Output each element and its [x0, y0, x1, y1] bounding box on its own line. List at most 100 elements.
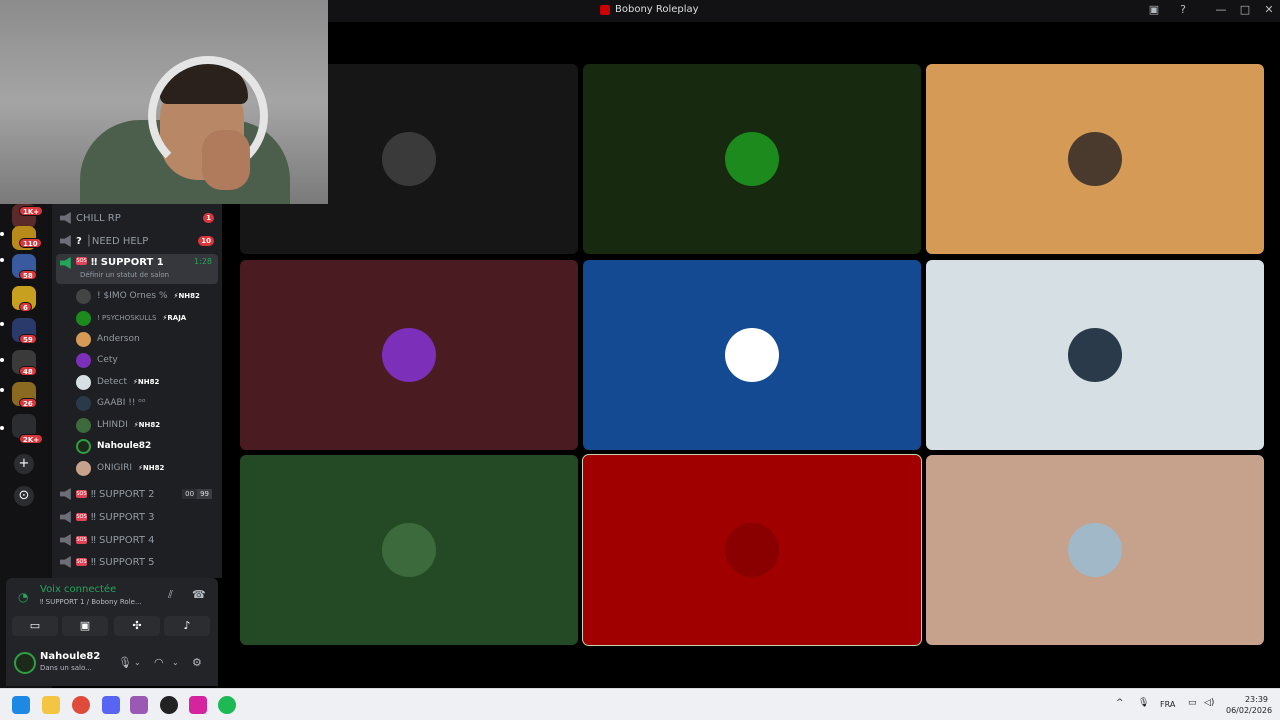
participant-tile[interactable]	[926, 260, 1264, 450]
webcam-figure	[202, 130, 250, 190]
channel-label: │NEED HELP	[85, 235, 149, 247]
volume-icon[interactable]: ◁)	[1204, 698, 1214, 708]
speaker-icon	[60, 212, 71, 224]
member-name: ! PSYCHOSKULLS	[97, 314, 157, 322]
chevron-up-icon[interactable]: ^	[1116, 698, 1124, 708]
channel-label: ‼ SUPPORT 4	[91, 534, 155, 546]
participant-tile[interactable]	[926, 64, 1264, 254]
microphone-icon[interactable]: 🎙	[118, 656, 132, 669]
noise-suppression-icon[interactable]: ⫽	[168, 588, 173, 602]
network-icon[interactable]: ▭	[1188, 698, 1197, 708]
speaker-icon	[60, 534, 71, 546]
member-name: Detect	[97, 377, 128, 387]
member-tag: ⚡NH82	[133, 378, 160, 386]
avatar	[1068, 523, 1122, 577]
voice-member[interactable]: LHINDI ⚡NH82	[76, 415, 160, 435]
channel-label: ‼ SUPPORT 3	[91, 511, 155, 523]
chrome-icon[interactable]	[72, 696, 90, 714]
participant-tile[interactable]	[926, 455, 1264, 645]
unread-dot	[0, 358, 4, 362]
discover-icon[interactable]: ⊙	[14, 486, 34, 506]
soundboard-button[interactable]: ♪	[164, 616, 210, 636]
channel-need-help[interactable]: ? │NEED HELP 10	[56, 231, 218, 251]
close-button[interactable]: ✕	[1260, 3, 1278, 16]
mention-badge: 1	[203, 213, 214, 223]
unread-dot	[0, 232, 4, 236]
sos-icon: SOS	[76, 558, 87, 566]
clock-time: 23:39	[1244, 695, 1268, 704]
chevron-down-icon[interactable]: ⌄	[172, 658, 179, 667]
microphone-icon[interactable]: 🎙	[1138, 698, 1149, 708]
settings-gear-icon[interactable]: ⚙	[192, 656, 202, 669]
capcut-icon[interactable]	[130, 696, 148, 714]
system-clock[interactable]: 23:39 06/02/2026	[1226, 694, 1272, 716]
voice-member[interactable]: ONIGIRI ⚡NH82	[76, 458, 164, 478]
help-icon[interactable]: ?	[1174, 3, 1192, 16]
member-name: GAABI !! ᵒᵒ	[97, 398, 146, 408]
sos-icon: SOS	[76, 490, 87, 498]
voice-channel[interactable]: ‼ SUPPORT 1 / Bobony Role...	[40, 598, 142, 606]
headphones-icon[interactable]: ◠	[154, 656, 164, 669]
question-icon: ?	[76, 235, 82, 247]
avatar	[76, 310, 91, 326]
voice-member[interactable]: ! $IMO Ornes % ⚡NH82	[76, 286, 200, 306]
discord-icon[interactable]	[102, 696, 120, 714]
activities-button[interactable]: ✣	[114, 616, 160, 636]
avatar	[382, 328, 436, 382]
camera-button[interactable]: ▭	[12, 616, 58, 636]
voice-member[interactable]: Anderson	[76, 329, 140, 349]
obs-icon[interactable]	[160, 696, 178, 714]
channel-chill-rp[interactable]: CHILL RP 1	[56, 208, 218, 228]
channel-support-3[interactable]: SOS ‼ SUPPORT 3	[56, 507, 218, 527]
instagram-icon[interactable]	[189, 696, 207, 714]
voice-member[interactable]: GAABI !! ᵒᵒ	[76, 393, 146, 413]
participant-tile[interactable]	[583, 64, 921, 254]
inbox-icon[interactable]: ▣	[1145, 3, 1163, 16]
avatar	[76, 374, 91, 390]
disconnect-icon[interactable]: ☎	[192, 588, 206, 601]
channel-label: ‼ SUPPORT 2	[91, 488, 155, 500]
add-server-icon[interactable]: +	[14, 454, 34, 474]
screen-share-button[interactable]: ▣	[62, 616, 108, 636]
user-avatar[interactable]	[14, 652, 36, 674]
voice-member[interactable]: Cety	[76, 350, 118, 370]
channel-support-5[interactable]: SOS ‼ SUPPORT 5	[56, 552, 218, 572]
user-limit: 00 99	[182, 489, 212, 499]
avatar	[76, 460, 91, 476]
server-badge: 2K+	[19, 434, 44, 444]
start-windows-icon[interactable]	[12, 696, 30, 714]
file-explorer-icon[interactable]	[42, 696, 60, 714]
voice-member[interactable]: Detect ⚡NH82	[76, 372, 159, 392]
participant-tile[interactable]	[240, 260, 578, 450]
channel-label: CHILL RP	[76, 212, 121, 224]
avatar	[725, 523, 779, 577]
user-name[interactable]: Nahoule82	[40, 651, 100, 662]
channel-support-4[interactable]: SOS ‼ SUPPORT 4	[56, 530, 218, 550]
participant-tile-speaking[interactable]	[582, 454, 922, 646]
speaker-icon	[60, 257, 71, 269]
avatar	[382, 132, 436, 186]
member-name: Anderson	[97, 334, 140, 344]
maximize-button[interactable]: □	[1236, 3, 1254, 16]
avatar	[76, 288, 91, 304]
spotify-icon[interactable]	[218, 696, 236, 714]
sos-icon: SOS	[76, 257, 87, 265]
channel-support-2[interactable]: SOS ‼ SUPPORT 2 00 99	[56, 484, 218, 504]
avatar	[1068, 328, 1122, 382]
voice-member[interactable]: ! PSYCHOSKULLS ⚡RAJA	[76, 308, 186, 328]
signal-icon: ◔	[18, 590, 29, 604]
channel-support-1[interactable]: SOS ‼ SUPPORT 1 1:28 Définir un statut d…	[56, 254, 218, 284]
unread-dot	[0, 388, 4, 392]
chevron-down-icon[interactable]: ⌄	[134, 658, 141, 667]
voice-member-self[interactable]: Nahoule82	[76, 436, 151, 456]
minimize-button[interactable]: —	[1212, 3, 1230, 16]
participant-tile[interactable]	[583, 260, 921, 450]
avatar	[76, 395, 91, 411]
participant-tile[interactable]	[240, 455, 578, 645]
voice-status[interactable]: Voix connectée	[40, 584, 116, 595]
server-badge: 59	[19, 334, 37, 344]
member-name: ONIGIRI	[97, 463, 133, 473]
language-indicator[interactable]: FRA	[1160, 700, 1175, 709]
channel-timer: 1:28	[194, 257, 212, 266]
channel-status[interactable]: Définir un statut de salon	[80, 271, 169, 279]
